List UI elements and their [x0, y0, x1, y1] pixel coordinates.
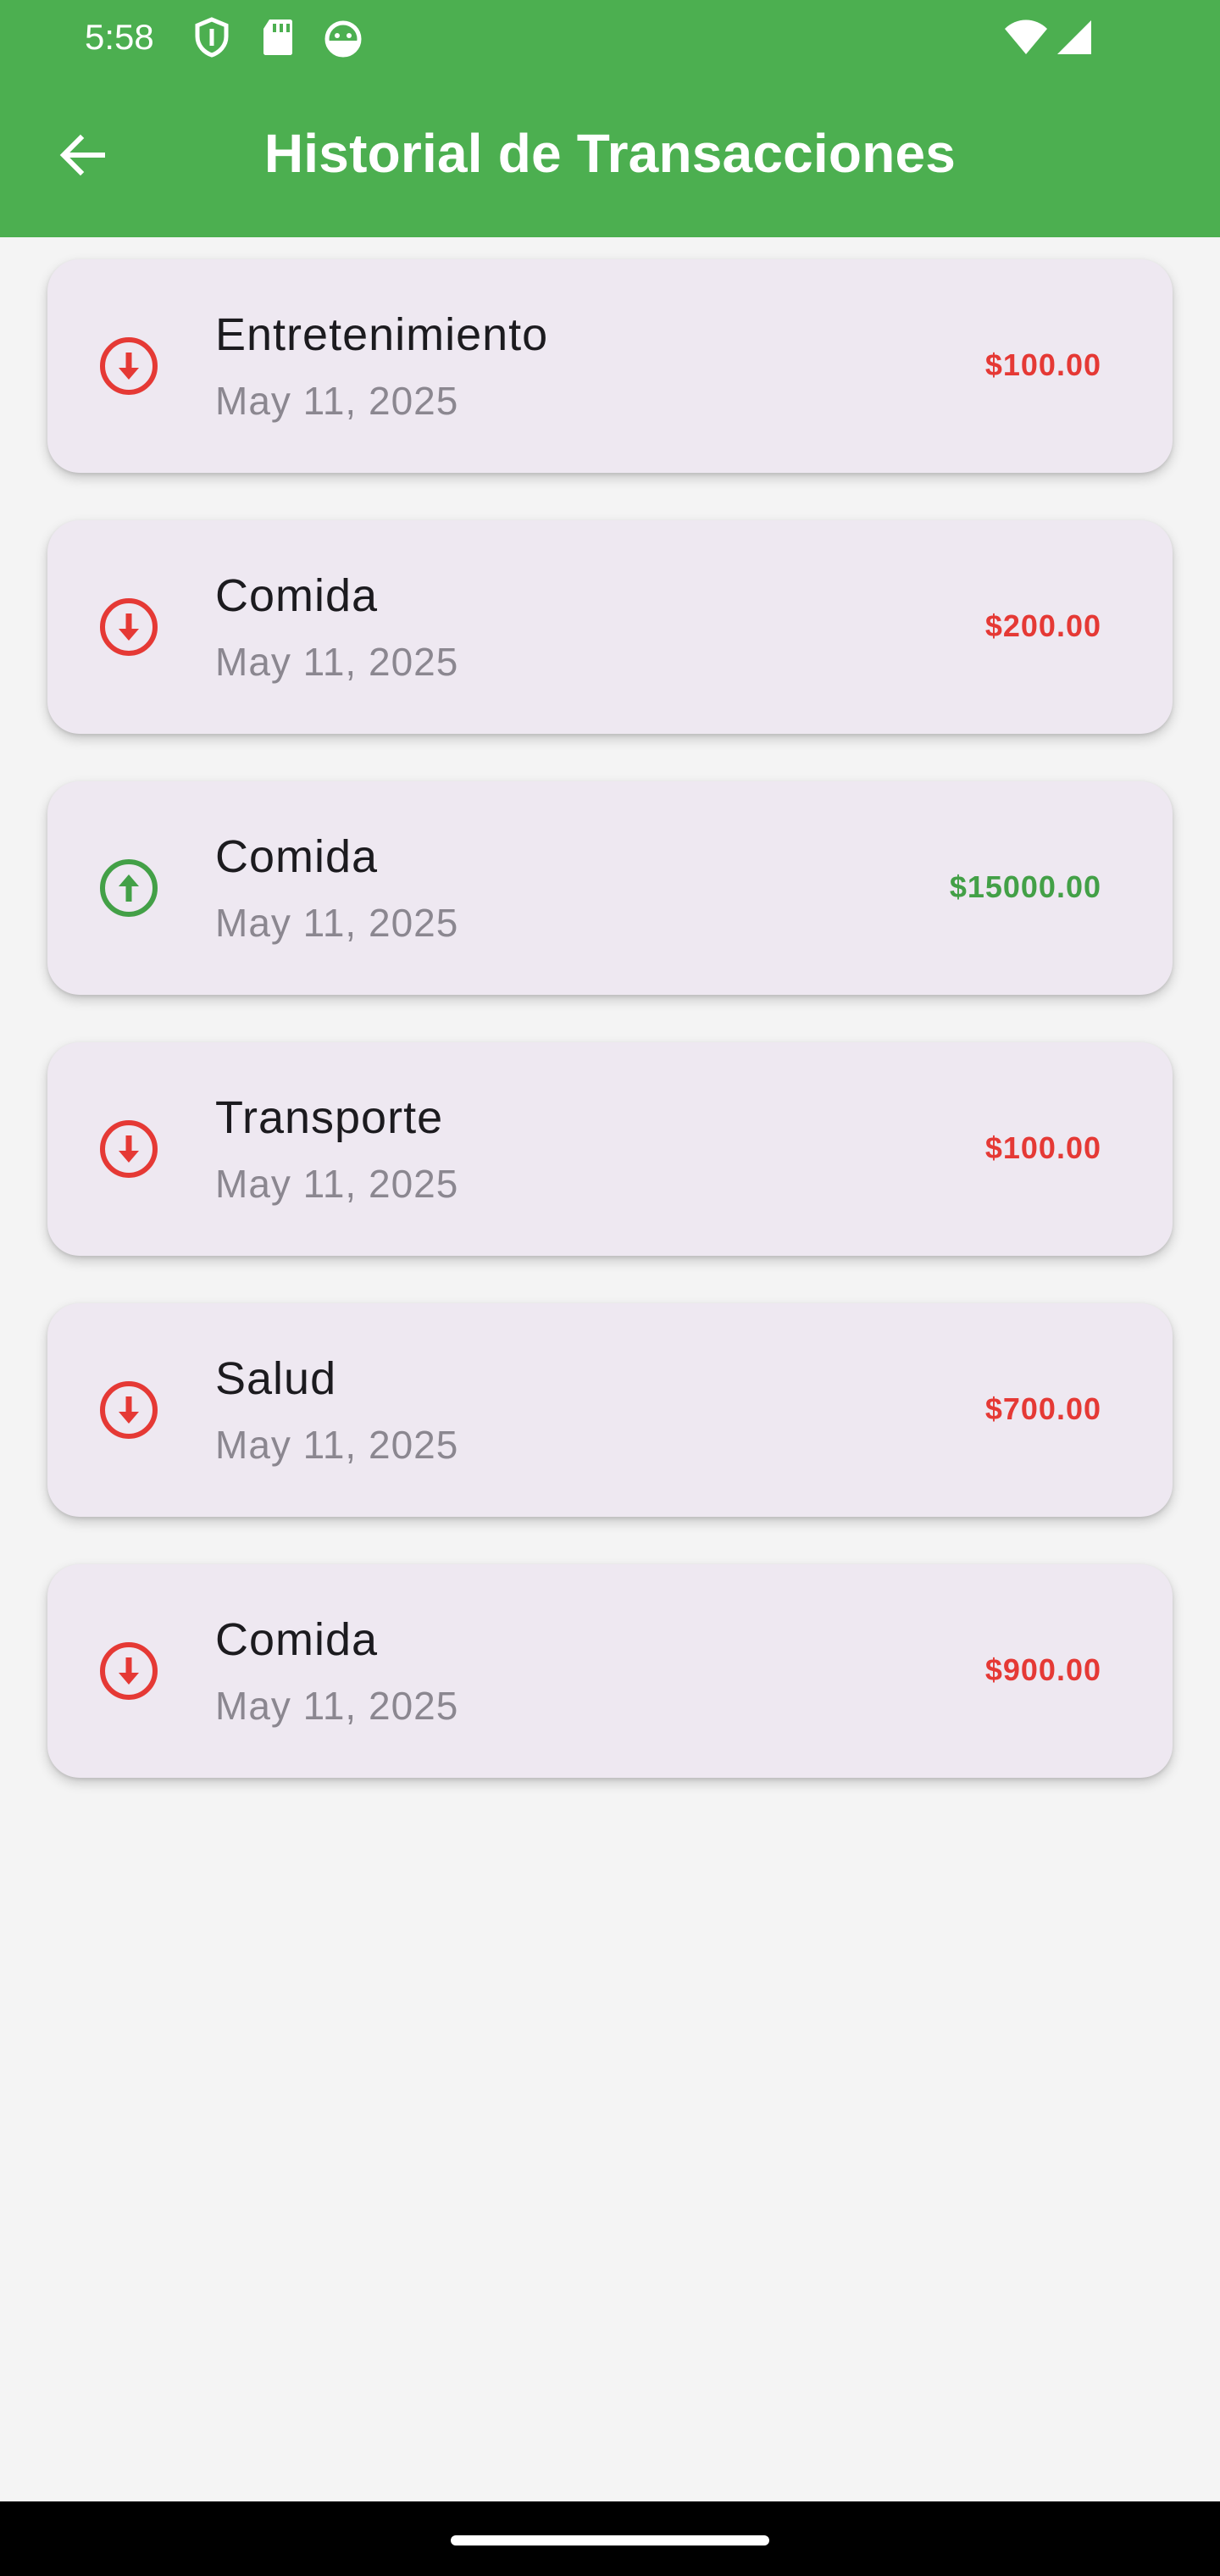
- sd-card-icon: [261, 17, 295, 58]
- shield-icon: [193, 17, 230, 58]
- home-indicator[interactable]: [451, 2535, 769, 2545]
- arrow-down-circle-icon: [98, 597, 159, 658]
- android-icon: [322, 17, 364, 58]
- transaction-category: Entretenimiento: [215, 309, 549, 360]
- arrow-down-circle-icon: [98, 336, 159, 397]
- arrow-down-circle-icon: [98, 1380, 159, 1441]
- transaction-category: Salud: [215, 1353, 337, 1404]
- transaction-category: Comida: [215, 1614, 379, 1665]
- transaction-card[interactable]: Comida May 11, 2025 $900.00: [47, 1564, 1173, 1778]
- app-bar: Historial de Transacciones: [0, 75, 1220, 237]
- transaction-date: May 11, 2025: [215, 640, 459, 684]
- arrow-up-circle-icon: [98, 858, 159, 919]
- transaction-date: May 11, 2025: [215, 1162, 459, 1206]
- arrow-down-circle-icon: [98, 1641, 159, 1702]
- signal-icon: [1056, 19, 1093, 56]
- transaction-amount: $15000.00: [949, 869, 1101, 904]
- transaction-date: May 11, 2025: [215, 1684, 459, 1728]
- transaction-list: Entretenimiento May 11, 2025 $100.00 Com…: [47, 259, 1173, 1825]
- wifi-icon: [1003, 19, 1049, 56]
- transaction-card[interactable]: Transporte May 11, 2025 $100.00: [47, 1042, 1173, 1256]
- transaction-date: May 11, 2025: [215, 1423, 459, 1467]
- transaction-category: Transporte: [215, 1092, 444, 1143]
- transaction-amount: $100.00: [984, 347, 1101, 382]
- transaction-amount: $700.00: [984, 1391, 1101, 1426]
- status-time: 5:58: [85, 17, 154, 57]
- transaction-category: Comida: [215, 570, 379, 621]
- transaction-date: May 11, 2025: [215, 901, 459, 945]
- transaction-date: May 11, 2025: [215, 379, 459, 423]
- status-bar: 5:58: [0, 0, 1220, 75]
- transaction-card[interactable]: Comida May 11, 2025 $200.00: [47, 520, 1173, 734]
- transaction-card[interactable]: Entretenimiento May 11, 2025 $100.00: [47, 259, 1173, 473]
- system-nav-bar: [0, 2501, 1220, 2576]
- transaction-amount: $200.00: [984, 608, 1101, 643]
- transaction-category: Comida: [215, 831, 379, 882]
- transaction-amount: $900.00: [984, 1652, 1101, 1687]
- page-title: Historial de Transacciones: [263, 123, 957, 184]
- transaction-card[interactable]: Salud May 11, 2025 $700.00: [47, 1303, 1173, 1517]
- transaction-card[interactable]: Comida May 11, 2025 $15000.00: [47, 781, 1173, 995]
- arrow-down-circle-icon: [98, 1119, 159, 1180]
- transaction-amount: $100.00: [984, 1130, 1101, 1165]
